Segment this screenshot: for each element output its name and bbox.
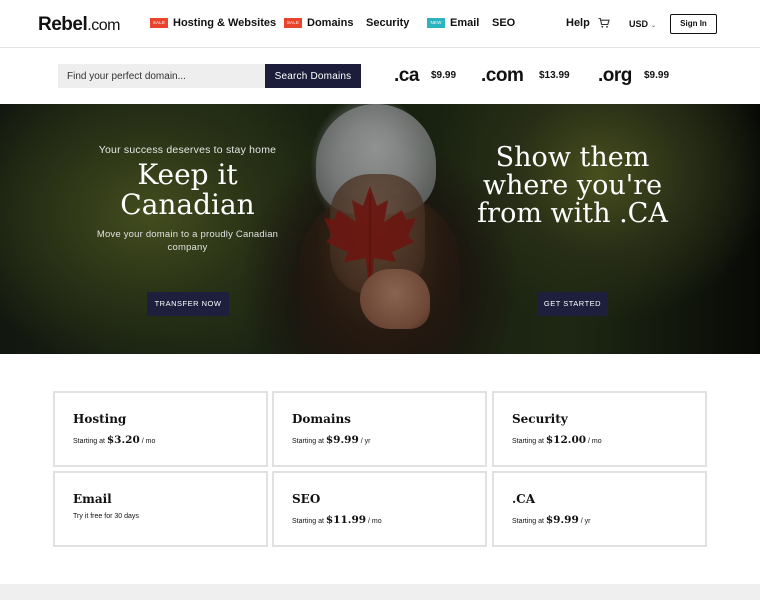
domain-search-bar: Search Domains .ca $9.99 .com $13.99 .or… <box>0 48 760 104</box>
nav-label: Help <box>566 17 590 29</box>
tld-org-label[interactable]: .org <box>598 66 632 85</box>
card-price: $11.99 <box>325 514 367 526</box>
product-card-ca[interactable]: .CA Starting at $9.99 / yr <box>492 471 707 547</box>
hero-left-title: Keep it Canadian <box>60 160 315 220</box>
product-card-hosting[interactable]: Hosting Starting at $3.20 / mo <box>53 391 268 467</box>
card-unit: / mo <box>588 438 602 445</box>
hero-left-description: Move your domain to a proudly Canadian c… <box>96 229 279 253</box>
card-prefix: Starting at <box>512 438 544 445</box>
nav-email[interactable]: NEW Email <box>427 17 479 29</box>
card-title: Email <box>73 492 112 506</box>
hero-right-title-line1: Show them <box>495 142 650 173</box>
card-pricing: Starting at $9.99 / yr <box>512 514 590 526</box>
hero-left-subtitle: Your success deserves to stay home <box>98 144 277 156</box>
hero-left-title-line2: Canadian <box>120 188 255 221</box>
card-title: Security <box>512 412 568 426</box>
tld-com-price: $13.99 <box>539 70 570 81</box>
footer-band <box>0 584 760 600</box>
nav-label: Email <box>450 17 480 29</box>
card-unit: / mo <box>368 518 382 525</box>
transfer-now-button[interactable]: TRANSFER NOW <box>147 292 229 316</box>
card-title: SEO <box>292 492 321 506</box>
logo-wordmark: Rebel <box>38 14 88 35</box>
card-unit: / yr <box>360 438 371 445</box>
nav-seo[interactable]: SEO <box>492 17 515 29</box>
nav-label: Domains <box>307 17 354 29</box>
currency-selector[interactable]: USD ⌄ <box>629 19 656 29</box>
card-pricing: Starting at $11.99 / mo <box>292 514 382 526</box>
card-pricing: Try it free for 30 days <box>73 513 139 520</box>
logo-suffix: .com <box>87 17 120 34</box>
shopping-cart-icon[interactable] <box>598 17 610 29</box>
get-started-button[interactable]: GET STARTED <box>537 292 608 316</box>
card-title: Domains <box>292 412 351 426</box>
card-price: $9.99 <box>545 514 579 526</box>
product-card-seo[interactable]: SEO Starting at $11.99 / mo <box>272 471 487 547</box>
site-header: Rebel.com SALE Hosting & Websites SALE D… <box>0 0 760 48</box>
card-prefix: Starting at <box>292 518 324 525</box>
sale-badge: SALE <box>284 18 302 28</box>
nav-domains[interactable]: SALE Domains <box>284 17 353 29</box>
hero-right-title: Show them where you're from with .CA <box>450 144 695 228</box>
card-prefix: Starting at <box>292 438 324 445</box>
nav-label: Security <box>366 17 410 29</box>
card-prefix: Starting at <box>512 518 544 525</box>
sign-in-button[interactable]: Sign In <box>670 14 717 34</box>
hero-right-title-line2: where you're <box>482 170 663 201</box>
currency-value: USD <box>629 19 649 29</box>
card-pricing: Starting at $3.20 / mo <box>73 434 155 446</box>
card-prefix: Try it free for 30 days <box>73 513 139 520</box>
hero-left-title-line1: Keep it <box>137 158 238 191</box>
domain-search-input[interactable] <box>58 64 265 88</box>
tld-ca-price: $9.99 <box>431 70 457 81</box>
card-unit: / yr <box>580 518 591 525</box>
product-card-security[interactable]: Security Starting at $12.00 / mo <box>492 391 707 467</box>
card-price: $3.20 <box>106 434 140 446</box>
card-title: .CA <box>512 492 536 506</box>
card-price: $9.99 <box>325 434 359 446</box>
hero-right-title-line3: from with .CA <box>477 198 668 229</box>
rebel-logo[interactable]: Rebel.com <box>38 14 120 36</box>
card-pricing: Starting at $12.00 / mo <box>512 434 602 446</box>
nav-security[interactable]: Security <box>366 17 409 29</box>
card-prefix: Starting at <box>73 438 105 445</box>
card-title: Hosting <box>73 412 127 426</box>
sale-badge: SALE <box>150 18 168 28</box>
tld-ca-label[interactable]: .ca <box>394 66 419 85</box>
card-unit: / mo <box>141 438 156 445</box>
card-price: $12.00 <box>545 434 587 446</box>
chevron-down-icon: ⌄ <box>651 23 657 29</box>
tld-org-price: $9.99 <box>644 70 670 81</box>
nav-label: SEO <box>492 17 516 29</box>
nav-hosting-websites[interactable]: SALE Hosting & Websites <box>150 17 276 29</box>
product-card-domains[interactable]: Domains Starting at $9.99 / yr <box>272 391 487 467</box>
new-badge: NEW <box>427 18 445 28</box>
card-pricing: Starting at $9.99 / yr <box>292 434 370 446</box>
tld-com-label[interactable]: .com <box>481 66 524 85</box>
nav-label: Hosting & Websites <box>173 17 277 29</box>
nav-help[interactable]: Help <box>566 17 590 29</box>
product-card-email[interactable]: Email Try it free for 30 days <box>53 471 268 547</box>
hero-banner: Your success deserves to stay home Keep … <box>0 104 760 354</box>
search-domains-button[interactable]: Search Domains <box>265 64 361 88</box>
